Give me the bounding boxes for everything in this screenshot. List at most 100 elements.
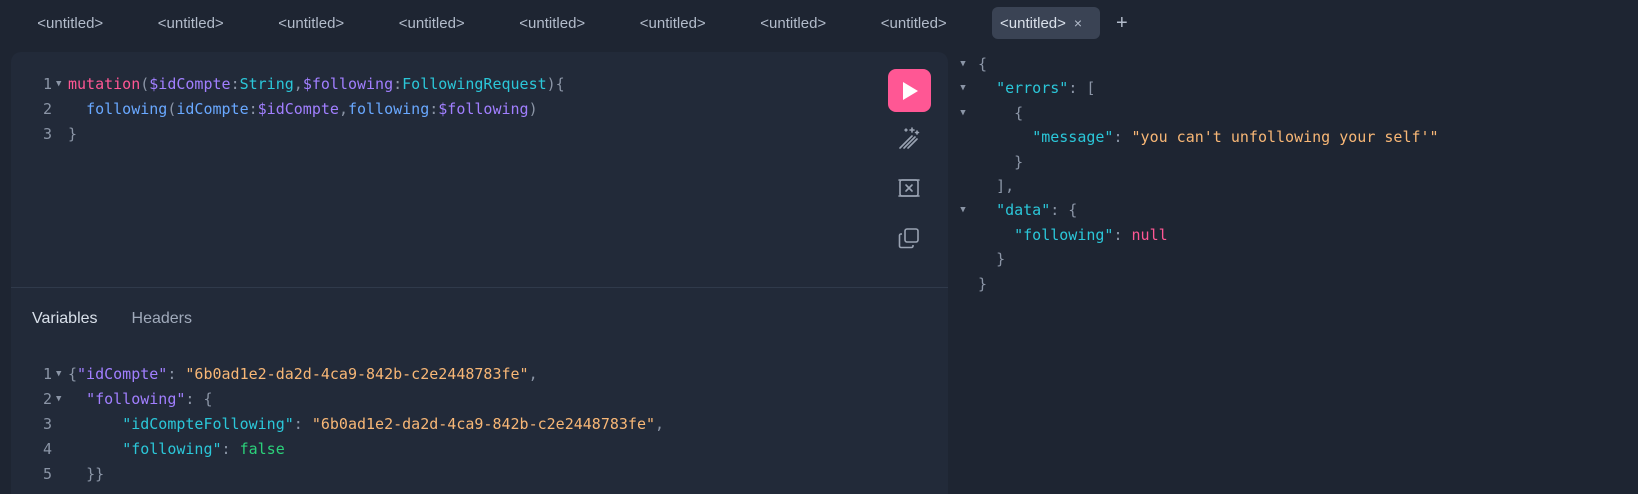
- tab-label: <untitled>: [398, 14, 465, 32]
- prettify-button[interactable]: [893, 122, 925, 154]
- code-line: 2 ▼ "following": {: [11, 387, 664, 412]
- line-number: 3: [42, 415, 52, 433]
- code-token: {: [978, 55, 988, 73]
- tab-untitled[interactable]: <untitled>: [131, 7, 252, 39]
- result-line: ],: [948, 174, 1439, 198]
- code-token: "you can't unfollowing your self'": [1131, 128, 1439, 147]
- tab-untitled[interactable]: <untitled>: [10, 7, 131, 39]
- code-line: 3 }: [11, 122, 565, 147]
- result-panel: ▼ { ▼ "errors": [ ▼ { "message": "you ca…: [948, 52, 1638, 494]
- query-editor[interactable]: 1 ▼ mutation($idCompte: String, $following…: [11, 52, 948, 288]
- code-token: : {: [1050, 201, 1078, 220]
- code-token: }: [996, 250, 1006, 269]
- tab-untitled[interactable]: <untitled>: [613, 7, 734, 39]
- merge-fragments-icon: [898, 179, 920, 197]
- code-token: {: [68, 365, 78, 383]
- code-token: :: [248, 100, 258, 118]
- result-line: "following": null: [948, 223, 1439, 247]
- code-token: :: [293, 415, 312, 433]
- code-token: "6b0ad1e2-da2d-4ca9-842b-c2e2448783fe": [311, 415, 656, 433]
- code-token: }: [1014, 152, 1024, 171]
- code-token: $following: [302, 75, 394, 93]
- fold-arrow-icon[interactable]: ▼: [948, 52, 978, 76]
- tab-label: <untitled>: [1000, 14, 1066, 32]
- code-token: null: [1131, 225, 1168, 244]
- code-token: "following": [86, 390, 186, 408]
- tab-variables[interactable]: Variables: [32, 310, 98, 328]
- tab-label: <untitled>: [880, 14, 947, 32]
- code-token: "following": [1014, 225, 1114, 244]
- variables-editor[interactable]: 1 ▼ {"idCompte": "6b0ad1e2-da2d-4ca9-842…: [11, 362, 664, 487]
- code-line: 3 "idCompteFollowing": "6b0ad1e2-da2d-4c…: [11, 412, 664, 437]
- fold-arrow-icon[interactable]: ▼: [56, 362, 68, 387]
- result-line: }: [948, 247, 1439, 271]
- code-token: :: [221, 440, 240, 458]
- code-token: (: [140, 75, 150, 93]
- code-token: "idCompte": [77, 365, 168, 383]
- code-line: 1 ▼ {"idCompte": "6b0ad1e2-da2d-4ca9-842…: [11, 362, 664, 387]
- code-token: String: [239, 75, 294, 93]
- code-token: $following: [438, 100, 529, 118]
- copy-query-button[interactable]: [893, 222, 925, 254]
- code-token: ],: [996, 176, 1015, 195]
- fold-arrow-icon[interactable]: ▼: [56, 387, 68, 412]
- code-token: ,: [338, 100, 348, 118]
- code-line: 1 ▼ mutation($idCompte: String, $following…: [11, 72, 565, 97]
- merge-fragments-button[interactable]: [893, 172, 925, 204]
- fold-arrow-icon[interactable]: ▼: [948, 101, 978, 125]
- add-tab-button[interactable]: +: [1116, 12, 1128, 35]
- tab-headers[interactable]: Headers: [132, 310, 192, 328]
- result-line: }: [948, 150, 1439, 174]
- tab-untitled[interactable]: <untitled>: [854, 7, 975, 39]
- code-token: "errors": [996, 79, 1069, 98]
- code-token: : {: [185, 390, 213, 408]
- line-number: 4: [42, 440, 52, 458]
- code-token: "data": [996, 201, 1051, 220]
- play-icon: [902, 81, 918, 100]
- copy-icon: [898, 228, 919, 249]
- code-line: 2 following(idCompte: $idCompte, following…: [11, 97, 565, 122]
- close-icon[interactable]: ×: [1074, 15, 1082, 31]
- fold-arrow-icon[interactable]: ▼: [56, 72, 68, 97]
- tab-untitled[interactable]: <untitled>: [492, 7, 613, 39]
- code-token: {: [1014, 103, 1024, 122]
- line-number: 1: [42, 75, 52, 93]
- code-token: mutation: [68, 75, 141, 93]
- run-button[interactable]: [888, 69, 931, 112]
- tab-label: <untitled>: [37, 14, 104, 32]
- code-token: }: [978, 274, 988, 293]
- tab-untitled[interactable]: <untitled>: [372, 7, 493, 39]
- line-number: 2: [42, 100, 52, 118]
- code-token: :: [429, 100, 439, 118]
- code-token: "idCompteFollowing": [122, 415, 294, 433]
- code-token: :: [393, 75, 403, 93]
- code-token: FollowingRequest: [402, 75, 547, 93]
- code-token: ,: [528, 365, 538, 383]
- code-token: (: [167, 100, 177, 118]
- code-line: 4 "following": false: [11, 437, 664, 462]
- code-token: :: [230, 75, 240, 93]
- result-line: ▼ {: [948, 101, 1439, 125]
- tab-untitled[interactable]: <untitled>: [733, 7, 854, 39]
- code-line: 5 }}: [11, 462, 664, 487]
- fold-arrow-icon[interactable]: ▼: [948, 198, 978, 222]
- tab-untitled[interactable]: <untitled>: [251, 7, 372, 39]
- code-token: ){: [546, 75, 565, 93]
- tab-active[interactable]: <untitled> ×: [992, 7, 1100, 39]
- result-line: ▼ {: [948, 52, 1439, 76]
- result-line: "message": "you can't unfollowing your s…: [948, 125, 1439, 149]
- fold-arrow-icon[interactable]: ▼: [948, 76, 978, 100]
- code-token: :: [167, 365, 186, 383]
- code-token: "message": [1032, 128, 1114, 147]
- tab-label: <untitled>: [519, 14, 586, 32]
- code-token: false: [239, 440, 285, 458]
